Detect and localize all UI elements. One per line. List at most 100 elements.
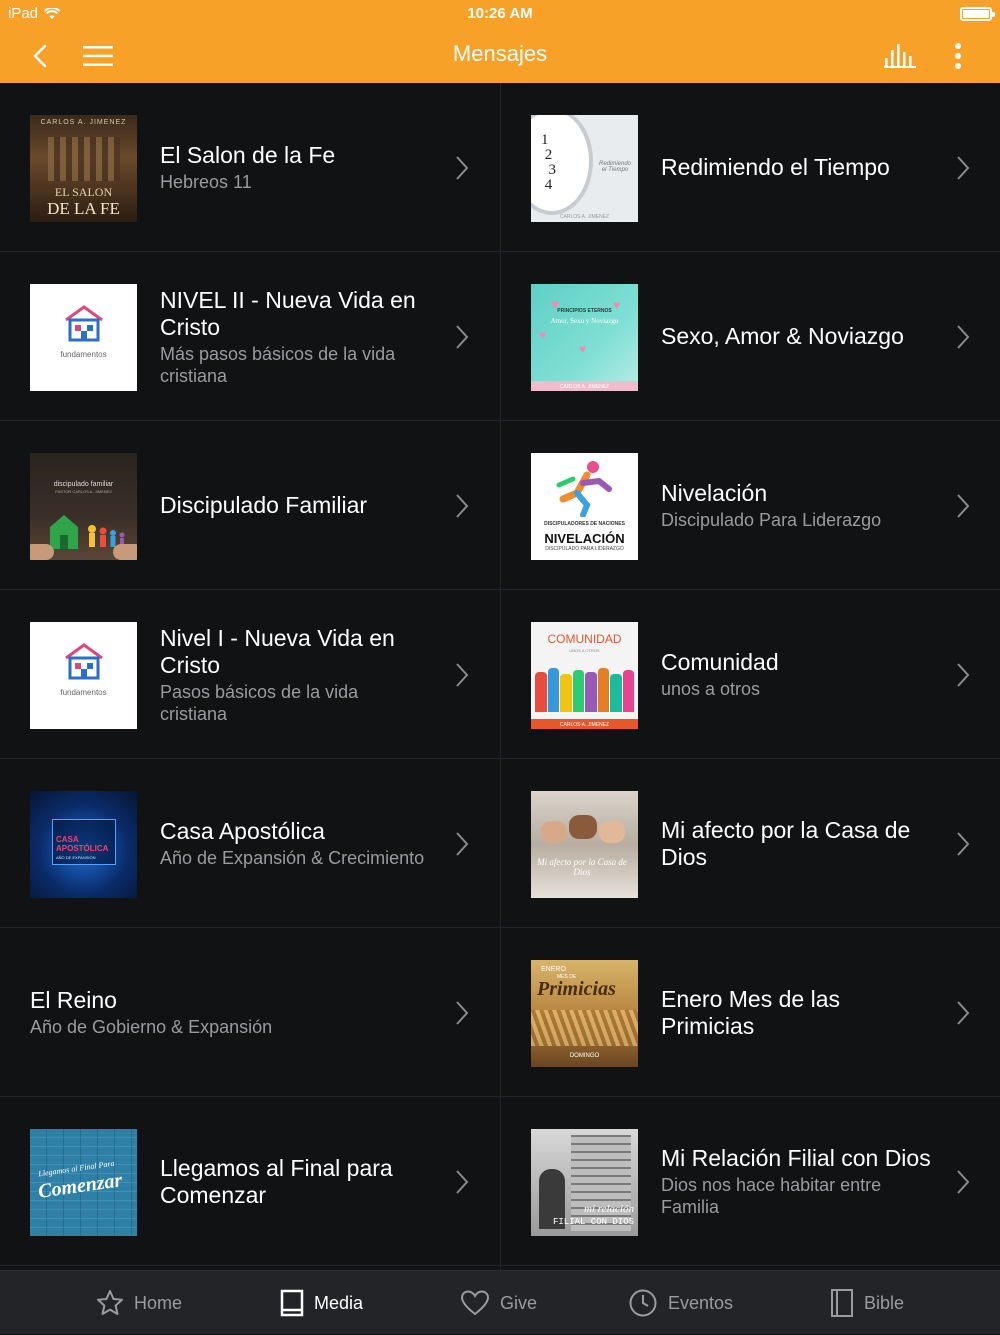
message-grid: CARLOS A. JIMENEZ EL SALON DE LA FE El S… [0, 83, 1000, 1270]
tab-media[interactable]: Media [280, 1271, 363, 1335]
item-title: NIVEL II - Nueva Vida en Cristo [160, 286, 416, 340]
tab-bible[interactable]: Bible [830, 1271, 904, 1335]
tab-eventos[interactable]: Eventos [628, 1271, 733, 1335]
thumb-author: CARLOS A. JIMENEZ [559, 214, 610, 220]
thumb-line1: ENERO [541, 966, 566, 973]
item-title: El Reino [30, 987, 117, 1013]
status-bar: iPad 10:26 AM [0, 0, 1000, 28]
item-title: Redimiendo el Tiempo [661, 154, 890, 180]
message-item-redimiendo-el-tiempo[interactable]: 1 2 3 4 Redimiendo el Tiempo CARLOS A. J… [501, 83, 1000, 252]
chevron-right-icon [957, 156, 970, 180]
message-item-el-salon-de-la-fe[interactable]: CARLOS A. JIMENEZ EL SALON DE LA FE El S… [0, 83, 500, 252]
status-time: 10:26 AM [467, 5, 533, 22]
thumbnail-fundamentos: fundamentos [30, 622, 137, 729]
thumbnail-nivelacion: DISCIPULADORES DE NACIONES NIVELACIÓN DI… [531, 453, 638, 560]
message-item-el-reino[interactable]: El Reino Año de Gobierno & Expansión [0, 928, 500, 1097]
star-icon [97, 1290, 123, 1315]
chevron-right-icon [957, 1170, 970, 1194]
thumb-line3: DISCIPULADO PARA LIDERAZGO [545, 546, 624, 552]
thumb-line1: COMUNIDAD [547, 632, 622, 646]
item-subtitle: Año de Expansión & Crecimiento [160, 848, 425, 868]
item-subtitle: Discipulado Para Liderazgo [661, 510, 882, 530]
thumbnail-mi-afecto: Mi afecto por la Casa de Dios [531, 791, 638, 898]
heart-icon [460, 1290, 490, 1316]
thumb-author: CARLOS A. JIMENEZ [40, 119, 127, 126]
chevron-right-icon [456, 832, 469, 856]
thumb-author: CARLOS A. JIMENEZ [559, 384, 610, 390]
runner-icon [556, 461, 612, 517]
equalizer-icon [884, 44, 916, 68]
thumb-label: fundamentos [60, 350, 107, 359]
chevron-right-icon [456, 494, 469, 518]
item-title: Mi afecto por la Casa de Dios [661, 816, 911, 870]
thumb-line1: EL SALON [54, 185, 113, 199]
item-title: Mi Relación Filial con Dios [661, 1145, 931, 1171]
thumbnail-llegamos: Llegamos al Final Para Comenzar [30, 1129, 137, 1236]
item-subtitle: unos a otros [661, 679, 761, 699]
message-item-nivel-i[interactable]: fundamentos Nivel I - Nueva Vida en Cris… [0, 590, 500, 759]
item-title: El Salon de la Fe [160, 142, 336, 168]
thumb-line1: Mi afecto por la Casa de Dios [537, 857, 627, 877]
more-vertical-icon [955, 43, 961, 69]
item-title: Sexo, Amor & Noviazgo [661, 323, 904, 349]
message-item-discipulado-familiar[interactable]: discipulado familiar PASTOR CARLOS A. JI… [0, 421, 500, 590]
thumb-line2: UNOS A OTROS [569, 648, 600, 653]
more-button[interactable] [938, 36, 978, 76]
message-item-casa-apostolica[interactable]: CASA APOSTÓLICA AÑO DE EXPANSIÓN Casa Ap… [0, 759, 500, 928]
bible-icon [831, 1289, 853, 1317]
message-item-relacion-filial[interactable]: mi relación FILIAL CON DIOS Mi Relación … [501, 1097, 1000, 1266]
chevron-right-icon [957, 832, 970, 856]
thumb-line1: discipulado familiar [53, 481, 114, 488]
thumbnail-sexo-amor: PRINCIPIOS ETERNOS Amor, Sexo y Noviazgo… [531, 284, 638, 391]
chevron-right-icon [456, 156, 469, 180]
thumb-line1: CASA APOSTÓLICA [56, 835, 109, 853]
thumb-line2: Amor, Sexo y Noviazgo [550, 317, 619, 325]
chevron-right-icon [456, 1001, 469, 1025]
house-logo-icon [65, 643, 103, 680]
chevron-right-icon [456, 325, 469, 349]
tab-label: Media [314, 1292, 364, 1313]
tab-label: Give [500, 1292, 538, 1313]
item-subtitle: Pasos básicos de la vida cristiana [160, 681, 359, 724]
message-item-comunidad[interactable]: COMUNIDAD UNOS A OTROS CARLOS A. JIMENEZ… [501, 590, 1000, 759]
thumb-title: Redimiendo el Tiempo [598, 161, 632, 173]
message-item-mi-afecto[interactable]: Mi afecto por la Casa de Dios Mi afecto … [501, 759, 1000, 928]
item-title: Nivel I - Nueva Vida en Cristo [160, 624, 395, 678]
item-title: Discipulado Familiar [160, 492, 368, 518]
chevron-right-icon [957, 494, 970, 518]
message-item-llegamos[interactable]: Llegamos al Final Para Comenzar Llegamos… [0, 1097, 500, 1266]
thumb-line1: DISCIPULADORES DE NACIONES [544, 521, 625, 527]
tab-label: Eventos [668, 1292, 734, 1313]
thumbnail-redimiendo: 1 2 3 4 Redimiendo el Tiempo CARLOS A. J… [531, 115, 638, 222]
thumbnail-casa-apostolica: CASA APOSTÓLICA AÑO DE EXPANSIÓN [30, 791, 137, 898]
message-item-nivelacion[interactable]: DISCIPULADORES DE NACIONES NIVELACIÓN DI… [501, 421, 1000, 590]
thumbnail-discipulado-familiar: discipulado familiar PASTOR CARLOS A. JI… [30, 453, 137, 560]
page-title: Mensajes [452, 41, 548, 66]
house-logo-icon [65, 305, 103, 342]
item-subtitle: Más pasos básicos de la vida cristiana [160, 343, 396, 386]
message-item-enero-primicias[interactable]: ENERO MES DE Primicias DOMINGO Enero Mes… [501, 928, 1000, 1097]
nav-bar: Mensajes [0, 28, 1000, 83]
thumb-line4: DOMINGO [569, 1053, 600, 1059]
tab-give[interactable]: Give [460, 1271, 537, 1335]
book-icon [280, 1289, 304, 1317]
chevron-right-icon [456, 1170, 469, 1194]
item-title: Casa Apostólica [160, 818, 325, 844]
thumb-line3: Primicias [537, 978, 616, 1000]
thumb-label: fundamentos [60, 688, 107, 697]
item-subtitle: Año de Gobierno & Expansión [30, 1017, 273, 1037]
item-subtitle: Hebreos 11 [160, 172, 252, 192]
thumbnail-relacion-filial: mi relación FILIAL CON DIOS [531, 1129, 638, 1236]
tab-label: Home [134, 1292, 183, 1313]
thumb-line2: AÑO DE EXPANSIÓN [56, 855, 96, 860]
item-title: Nivelación [661, 480, 768, 506]
tab-bar: Home Media Give Eventos Bible [0, 1270, 1000, 1334]
message-item-nivel-ii[interactable]: fundamentos NIVEL II - Nueva Vida en Cri… [0, 252, 500, 421]
tab-home[interactable]: Home [96, 1271, 182, 1335]
chevron-right-icon [957, 325, 970, 349]
audio-button[interactable] [880, 36, 920, 76]
tab-label: Bible [864, 1292, 905, 1313]
thumb-line2: PASTOR CARLOS A. JIMENEZ [55, 489, 112, 494]
clock-icon [629, 1289, 657, 1317]
message-item-sexo-amor-noviazgo[interactable]: PRINCIPIOS ETERNOS Amor, Sexo y Noviazgo… [501, 252, 1000, 421]
